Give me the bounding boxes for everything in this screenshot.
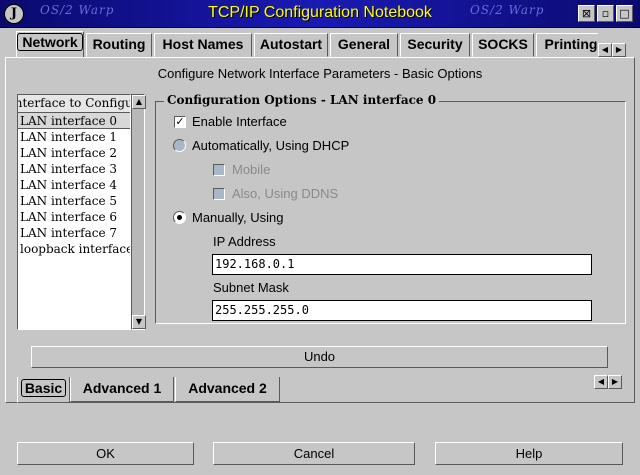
interface-list-scrollbar[interactable]: ▲ ▼ — [131, 94, 146, 330]
tab-basic-label: Basic — [20, 379, 67, 397]
page-heading: Configure Network Interface Parameters -… — [157, 66, 483, 81]
scroll-up-icon[interactable]: ▲ — [132, 95, 146, 109]
maximize-icon[interactable]: □ — [616, 5, 633, 22]
tab-scroll-left-icon[interactable]: ◀ — [598, 43, 612, 57]
list-item[interactable]: LAN interface 2 — [18, 145, 130, 161]
scroll-down-icon[interactable]: ▼ — [132, 315, 146, 329]
subnet-mask-label: Subnet Mask — [213, 280, 289, 295]
hide-window-icon[interactable]: ⊠ — [578, 5, 595, 22]
undo-button[interactable]: Undo — [31, 346, 608, 368]
ip-address-label: IP Address — [213, 234, 276, 249]
list-item[interactable]: LAN interface 4 — [18, 177, 130, 193]
page-tab-scroll-right-icon[interactable]: ▶ — [608, 375, 622, 389]
dhcp-radio[interactable] — [173, 139, 186, 152]
tab-network-label: Network — [17, 33, 83, 51]
page-tab-scroll-left-icon[interactable]: ◀ — [594, 375, 608, 389]
mobile-label: Mobile — [232, 162, 271, 177]
ddns-checkbox[interactable] — [213, 188, 225, 200]
group-title: Configuration Options - LAN interface 0 — [164, 93, 440, 107]
tab-advanced-2[interactable]: Advanced 2 — [175, 377, 280, 402]
tab-security[interactable]: Security — [400, 33, 470, 57]
help-button[interactable]: Help — [435, 442, 623, 465]
interface-list[interactable]: Interface to Configure LAN interface 0 L… — [17, 94, 131, 330]
tab-printing[interactable]: Printing — [536, 33, 598, 57]
interface-list-header: Interface to Configure — [18, 95, 130, 113]
manual-radio[interactable] — [173, 211, 186, 224]
notebook-top-tabs: Network Routing Host Names Autostart Gen… — [14, 31, 598, 57]
dhcp-label: Automatically, Using DHCP — [192, 138, 350, 153]
ddns-label: Also, Using DDNS — [232, 186, 339, 201]
ip-address-field[interactable]: 192.168.0.1 — [212, 254, 592, 275]
list-item[interactable]: LAN interface 3 — [18, 161, 130, 177]
list-item[interactable]: loopback interface — [18, 241, 130, 257]
tab-network[interactable]: Network — [16, 31, 84, 57]
ok-button[interactable]: OK — [17, 442, 194, 465]
manual-label: Manually, Using — [192, 210, 284, 225]
tab-routing[interactable]: Routing — [86, 33, 152, 57]
enable-interface-checkbox[interactable]: ✓ — [174, 116, 186, 128]
list-item[interactable]: LAN interface 7 — [18, 225, 130, 241]
list-item[interactable]: LAN interface 6 — [18, 209, 130, 225]
tab-basic[interactable]: Basic — [17, 377, 70, 403]
tab-advanced-1[interactable]: Advanced 1 — [70, 377, 174, 402]
tab-scroll-right-icon[interactable]: ▶ — [612, 43, 626, 57]
tab-autostart[interactable]: Autostart — [254, 33, 328, 57]
tab-socks[interactable]: SOCKS — [472, 33, 534, 57]
cancel-button[interactable]: Cancel — [213, 442, 415, 465]
list-item[interactable]: LAN interface 0 — [18, 113, 130, 129]
radio-dot-icon — [177, 215, 182, 220]
list-item[interactable]: LAN interface 5 — [18, 193, 130, 209]
list-item[interactable]: LAN interface 1 — [18, 129, 130, 145]
subnet-mask-field[interactable]: 255.255.255.0 — [212, 300, 592, 321]
tab-host-names[interactable]: Host Names — [154, 33, 252, 57]
minimize-icon[interactable]: ▫ — [597, 5, 614, 22]
tab-general[interactable]: General — [330, 33, 398, 57]
window-title: TCP/IP Configuration Notebook — [208, 4, 432, 21]
mobile-checkbox[interactable] — [213, 164, 225, 176]
title-bar[interactable]: J OS/2 Warp OS/2 Warp TCP/IP Configurati… — [0, 0, 640, 28]
enable-interface-label: Enable Interface — [192, 114, 287, 129]
